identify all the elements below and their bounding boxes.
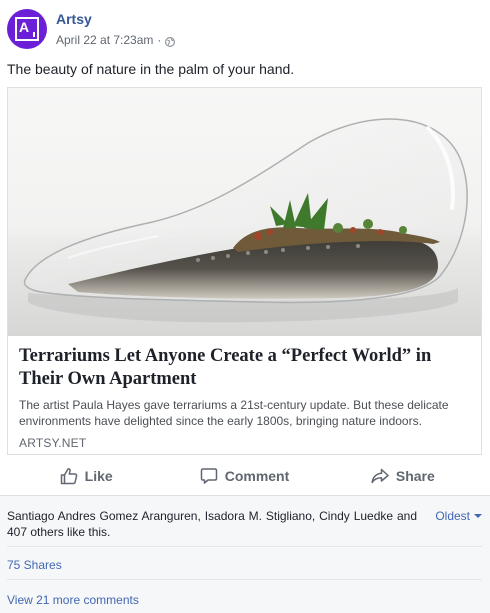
card-title[interactable]: Terrariums Let Anyone Create a “Perfect … bbox=[19, 345, 471, 391]
footer-divider-2 bbox=[7, 579, 482, 580]
view-more-comments-link[interactable]: View 21 more comments bbox=[7, 592, 139, 608]
card-body: Terrariums Let Anyone Create a “Perfect … bbox=[19, 345, 471, 450]
shares-link[interactable]: 75 Shares bbox=[7, 557, 62, 573]
terrarium-image[interactable] bbox=[8, 88, 481, 336]
post-actions: Like Comment Share bbox=[7, 456, 482, 496]
comment-button[interactable]: Comment bbox=[165, 456, 323, 496]
card-description: The artist Paula Hayes gave terrariums a… bbox=[19, 398, 449, 428]
share-arrow-icon bbox=[371, 467, 389, 485]
page-name[interactable]: Artsy bbox=[56, 11, 92, 28]
likes-summary[interactable]: Santiago Andres Gomez Aranguren, Isadora… bbox=[7, 508, 417, 540]
post-footer: Santiago Andres Gomez Aranguren, Isadora… bbox=[0, 496, 490, 613]
like-button[interactable]: Like bbox=[7, 456, 165, 496]
like-label: Like bbox=[84, 468, 113, 484]
share-button[interactable]: Share bbox=[324, 456, 482, 496]
post-meta: April 22 at 7:23am · bbox=[56, 32, 176, 48]
share-label: Share bbox=[395, 468, 435, 484]
footer-divider-1 bbox=[7, 546, 482, 547]
post-card: A Artsy April 22 at 7:23am · The beauty … bbox=[0, 0, 490, 613]
speech-bubble-icon bbox=[200, 467, 218, 485]
artsy-logo-icon[interactable]: A bbox=[7, 9, 47, 49]
post-message: The beauty of nature in the palm of your… bbox=[7, 61, 295, 77]
globe-icon[interactable] bbox=[165, 35, 176, 48]
caret-down-icon bbox=[474, 514, 482, 518]
sort-dropdown[interactable]: Oldest bbox=[435, 508, 482, 524]
card-domain: ARTSY.NET bbox=[19, 436, 87, 450]
sort-label: Oldest bbox=[435, 509, 470, 523]
likes-row: Santiago Andres Gomez Aranguren, Isadora… bbox=[7, 508, 482, 540]
thumbs-up-icon bbox=[60, 467, 78, 485]
meta-separator: · bbox=[157, 33, 162, 47]
link-preview-card[interactable]: Terrariums Let Anyone Create a “Perfect … bbox=[7, 87, 482, 455]
post-header: A Artsy April 22 at 7:23am · bbox=[7, 9, 480, 53]
comment-label: Comment bbox=[224, 468, 290, 484]
post-timestamp[interactable]: April 22 at 7:23am bbox=[56, 32, 153, 48]
